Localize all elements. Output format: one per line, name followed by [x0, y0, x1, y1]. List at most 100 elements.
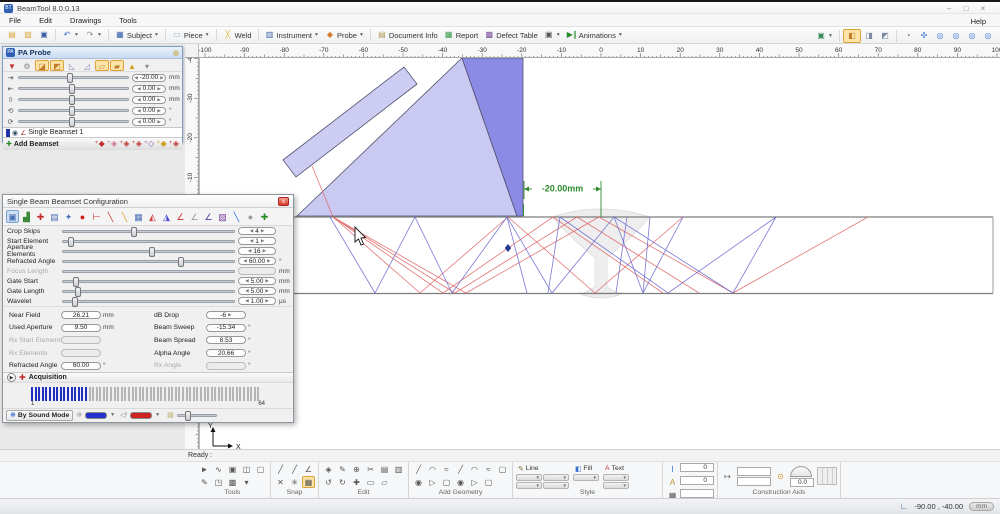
- dropdown-arrow-icon[interactable]: ▼: [155, 412, 160, 418]
- element-bar[interactable]: [110, 387, 112, 401]
- ribbon-tool-icon[interactable]: ◈: [322, 463, 335, 475]
- element-bar[interactable]: [142, 387, 144, 401]
- element-bar[interactable]: [74, 387, 76, 401]
- slider-thumb[interactable]: [75, 287, 81, 297]
- element-bar[interactable]: [85, 387, 87, 401]
- ribbon-tool-icon[interactable]: ◉: [454, 476, 467, 488]
- element-bar[interactable]: [204, 387, 206, 401]
- ribbon-tool-icon[interactable]: ✕: [274, 476, 287, 488]
- element-bar[interactable]: [160, 387, 162, 401]
- ribbon-tool-icon[interactable]: ▷: [468, 476, 481, 488]
- ribbon-tool-icon[interactable]: ✂: [364, 463, 377, 475]
- ribbon-tool-icon[interactable]: ◠: [426, 463, 439, 475]
- dim-height-input[interactable]: [680, 463, 714, 472]
- grid-toggle-button[interactable]: [817, 467, 837, 485]
- line-type-dropdown[interactable]: ▼: [543, 474, 569, 481]
- element-bar[interactable]: [38, 387, 40, 401]
- element-bar[interactable]: [45, 387, 47, 401]
- zoom-out-button[interactable]: ◎: [964, 30, 980, 42]
- angle-input[interactable]: [790, 478, 814, 487]
- probe-slider[interactable]: [18, 109, 129, 112]
- element-bar[interactable]: [243, 387, 245, 401]
- text-style-button[interactable]: AText: [603, 463, 629, 474]
- probe-value-spinner[interactable]: ◀0.00▶: [132, 107, 166, 115]
- minimize-button[interactable]: –: [943, 4, 955, 14]
- slider-thumb[interactable]: [69, 84, 75, 94]
- menu-item-drawings[interactable]: Drawings: [61, 16, 110, 25]
- ribbon-tool-icon[interactable]: ▣: [226, 463, 239, 475]
- slider-value-spinner[interactable]: ◀5.00▶: [238, 277, 276, 285]
- fill-style-button[interactable]: ◧Fill: [573, 463, 599, 474]
- element-bar[interactable]: [56, 387, 58, 401]
- element-bar[interactable]: [200, 387, 202, 401]
- undo-button[interactable]: ↶▼: [59, 29, 82, 41]
- ribbon-tool-icon[interactable]: ▩: [226, 476, 239, 488]
- ribbon-tool-icon[interactable]: ▷: [426, 476, 439, 488]
- element-bar[interactable]: [229, 387, 231, 401]
- dropdown-arrow-icon[interactable]: ▼: [359, 32, 364, 38]
- ribbon-tool-icon[interactable]: ▥: [392, 463, 405, 475]
- ribbon-tool-icon[interactable]: ✚: [350, 476, 363, 488]
- ribbon-tool-icon[interactable]: ≈: [440, 463, 453, 475]
- element-bar[interactable]: [81, 387, 83, 401]
- dialog-tool-icon[interactable]: ✚: [258, 210, 271, 223]
- element-bar[interactable]: [247, 387, 249, 401]
- probe-slider[interactable]: [18, 120, 129, 123]
- element-bar[interactable]: [239, 387, 241, 401]
- dropdown-arrow-icon[interactable]: ▼: [74, 32, 79, 38]
- document-info-button[interactable]: ▤Document Info: [374, 29, 441, 41]
- longitudinal-color-swatch[interactable]: [130, 412, 152, 419]
- settings-icon[interactable]: ⚙: [20, 60, 34, 71]
- dialog-tool-icon[interactable]: ▟: [20, 210, 33, 223]
- protractor-dial[interactable]: [790, 466, 812, 477]
- ribbon-tool-icon[interactable]: ▢: [254, 463, 267, 475]
- element-bar[interactable]: [164, 387, 166, 401]
- element-bar[interactable]: [250, 387, 252, 401]
- slider-value-spinner[interactable]: ◀5.00▶: [238, 287, 276, 295]
- element-bar[interactable]: [99, 387, 101, 401]
- dialog-close-button[interactable]: x: [278, 197, 289, 206]
- ribbon-tool-icon[interactable]: ▾: [240, 476, 253, 488]
- display-mode-button[interactable]: ▣▼: [813, 30, 836, 42]
- ribbon-tool-icon[interactable]: ╱: [454, 463, 467, 475]
- element-bar[interactable]: [92, 387, 94, 401]
- slider-thumb[interactable]: [73, 277, 79, 287]
- dialog-tool-icon[interactable]: ▨: [216, 210, 229, 223]
- menu-item-tools[interactable]: Tools: [110, 16, 146, 25]
- element-bar[interactable]: [128, 387, 130, 401]
- slider-thumb[interactable]: [69, 95, 75, 105]
- dropdown-arrow-icon[interactable]: ▼: [205, 32, 210, 38]
- dialog-tool-icon[interactable]: ◭: [146, 210, 159, 223]
- slider-thumb[interactable]: [131, 227, 137, 237]
- add-beamset-type-icon[interactable]: ⁺◈: [169, 139, 179, 149]
- dialog-tool-icon[interactable]: ∠: [202, 210, 215, 223]
- element-bar[interactable]: [189, 387, 191, 401]
- menu-item-help[interactable]: Help: [971, 17, 986, 26]
- refracted-angle-slider[interactable]: [62, 260, 235, 263]
- dialog-tool-icon[interactable]: ●: [244, 210, 257, 223]
- dialog-tool-icon[interactable]: ╲: [230, 210, 243, 223]
- element-bar[interactable]: [121, 387, 123, 401]
- probe-view-icon[interactable]: ▼: [5, 60, 19, 71]
- new-document-button[interactable]: ▤: [4, 29, 20, 41]
- element-bar[interactable]: [218, 387, 220, 401]
- probe-button[interactable]: ◆Probe▼: [322, 29, 367, 41]
- dialog-tool-icon[interactable]: ▣: [6, 210, 19, 223]
- construction-h-input[interactable]: [737, 467, 771, 476]
- fill-color-dropdown[interactable]: ▼: [573, 474, 599, 481]
- ribbon-tool-icon[interactable]: ╱: [412, 463, 425, 475]
- element-bar[interactable]: [31, 387, 33, 401]
- dialog-tool-icon[interactable]: ╲: [118, 210, 131, 223]
- element-bar[interactable]: [171, 387, 173, 401]
- piece-button[interactable]: ▭Piece▼: [169, 29, 213, 41]
- ribbon-tool-icon[interactable]: ↻: [336, 476, 349, 488]
- horizontal-ruler[interactable]: -100-90-80-70-60-50-40-30-20-10010203040…: [199, 44, 1000, 58]
- element-bar[interactable]: [132, 387, 134, 401]
- compass-button[interactable]: ◔: [900, 30, 916, 42]
- gate-start-slider[interactable]: [62, 280, 235, 283]
- slider-thumb[interactable]: [68, 237, 74, 247]
- slider-thumb[interactable]: [69, 117, 75, 127]
- opacity-slider-thumb[interactable]: [185, 411, 191, 421]
- slider-value-spinner[interactable]: ◀1.00▶: [238, 297, 276, 305]
- save-disk-button[interactable]: ▣: [36, 29, 52, 41]
